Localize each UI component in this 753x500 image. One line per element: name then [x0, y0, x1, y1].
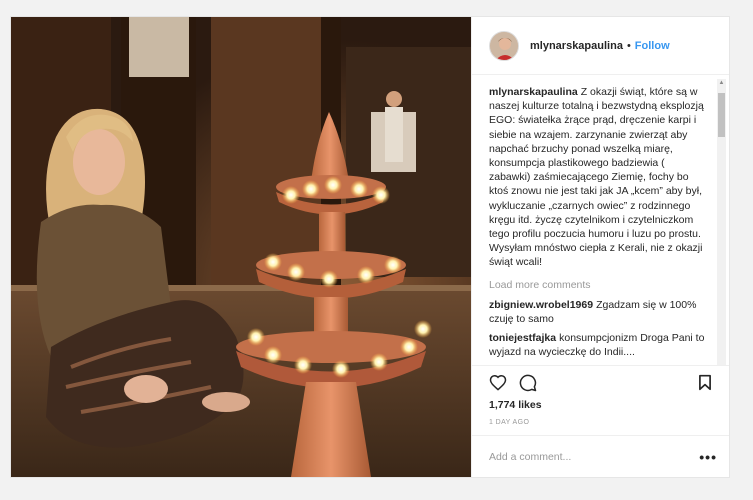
comment-username[interactable]: zbigniew.wrobel1969	[489, 299, 593, 311]
post-photo[interactable]	[11, 17, 471, 477]
post-header: mlynarskapaulina • Follow	[472, 17, 729, 75]
comment-item: zbigniew.wrobel1969 Zgadzam się w 100% cz…	[489, 298, 709, 326]
separator-dot: •	[626, 39, 631, 52]
heart-icon[interactable]	[489, 374, 507, 391]
photo-illustration	[11, 17, 471, 477]
caption-username[interactable]: mlynarskapaulina	[489, 86, 578, 98]
instagram-post: mlynarskapaulina • Follow mlynarskapauli…	[10, 16, 730, 478]
comment-bubble-icon[interactable]	[519, 374, 537, 392]
comments-list[interactable]: mlynarskapaulina Z okazji świąt, które są…	[472, 75, 729, 365]
bookmark-icon[interactable]	[698, 374, 712, 391]
likes-count[interactable]: 1,774 likes	[472, 399, 729, 415]
post-side-panel: mlynarskapaulina • Follow mlynarskapauli…	[471, 17, 729, 477]
comment-username[interactable]: toniejestfajka	[489, 332, 556, 344]
add-comment-bar: •••	[472, 435, 729, 477]
more-options-button[interactable]: •••	[699, 450, 717, 464]
comments-scrollbar[interactable]: ▲ ▼	[717, 79, 726, 365]
arrow-up-icon[interactable]: ▲	[717, 79, 726, 88]
follow-button[interactable]: Follow	[635, 40, 670, 52]
avatar[interactable]	[489, 30, 519, 61]
post-timestamp: 1 DAY AGO	[489, 419, 530, 426]
header-username[interactable]: mlynarskapaulina	[530, 40, 623, 52]
add-comment-input[interactable]	[489, 450, 700, 463]
post-actions	[472, 365, 729, 399]
post-caption: mlynarskapaulina Z okazji świąt, które są…	[489, 85, 709, 270]
load-more-comments-link[interactable]: Load more comments	[489, 278, 709, 292]
scrollbar-thumb[interactable]	[718, 93, 725, 137]
comment-item: toniejestfajka konsumpcjonizm Droga Pani …	[489, 331, 709, 359]
caption-text: Z okazji świąt, które są w naszej kultur…	[489, 86, 704, 269]
